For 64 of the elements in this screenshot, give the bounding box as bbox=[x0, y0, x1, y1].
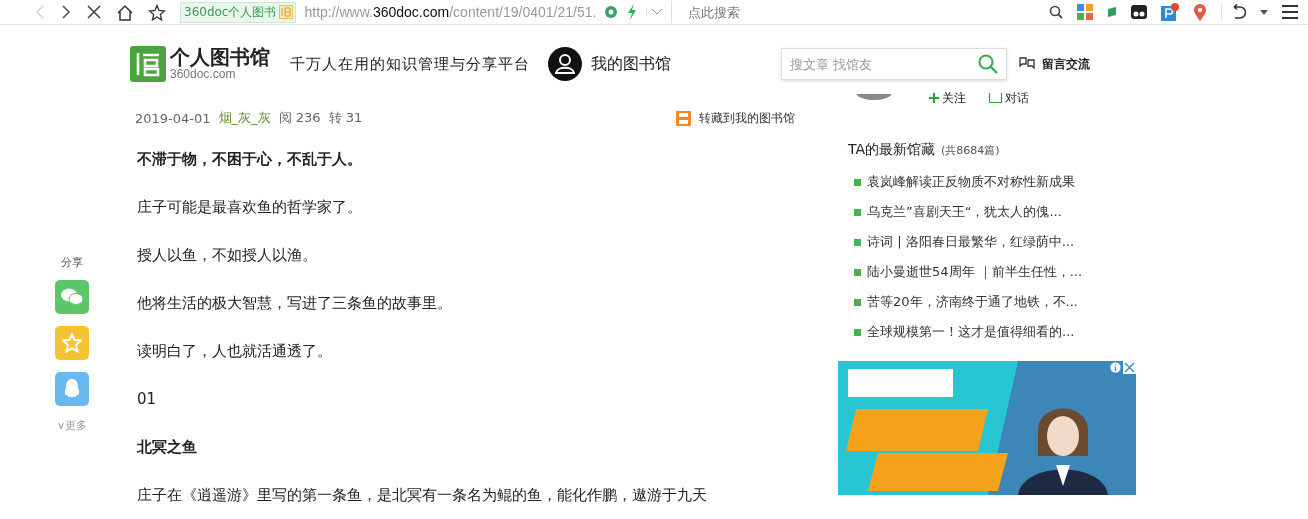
bullet-icon bbox=[854, 298, 861, 306]
menu-icon[interactable] bbox=[1282, 5, 1298, 19]
undo-icon[interactable] bbox=[1221, 4, 1246, 20]
user-icon[interactable] bbox=[548, 47, 582, 81]
paragraph: 01 bbox=[136, 389, 158, 410]
paragraph: 庄子在《逍遥游》里写的第一条鱼，是北冥有一条名为鲲的鱼，能化作鹏，遨游于九天 bbox=[136, 484, 708, 506]
close-icon[interactable] bbox=[86, 4, 102, 20]
save-icon[interactable] bbox=[676, 110, 691, 126]
bullet-icon bbox=[854, 208, 861, 216]
apps-icon[interactable] bbox=[1077, 4, 1093, 20]
section-title: TA的最新馆藏 bbox=[848, 141, 936, 159]
dropdown-icon[interactable] bbox=[646, 8, 664, 16]
flag-icon[interactable] bbox=[1107, 7, 1117, 17]
read-count: 阅 236 bbox=[278, 109, 321, 127]
mask-icon[interactable] bbox=[1131, 4, 1147, 20]
my-library-link[interactable]: 我的图书馆 bbox=[591, 53, 671, 75]
article-link[interactable]: 袁岚峰解读正反物质不对称性新成果 bbox=[867, 173, 1075, 191]
article-count: (共8684篇) bbox=[941, 143, 1000, 158]
penguin-icon bbox=[64, 378, 80, 400]
paragraph: 他将生活的极大智慧，写进了三条鱼的故事里。 bbox=[136, 292, 453, 314]
paragraph: 不滞于物，不困于心，不乱于人。 bbox=[136, 148, 363, 170]
bullet-icon bbox=[854, 238, 861, 246]
article-link[interactable]: 乌克兰”喜剧天王“，犹太人的傀... bbox=[867, 203, 1062, 221]
wechat-share-button[interactable] bbox=[55, 280, 89, 314]
site-domain: 360doc.com bbox=[170, 68, 237, 81]
info-icon[interactable] bbox=[1109, 361, 1122, 374]
article-link[interactable]: 苦等20年，济南终于通了地铁，不... bbox=[867, 293, 1078, 311]
bullet-icon bbox=[854, 268, 861, 276]
home-icon[interactable] bbox=[116, 3, 134, 21]
plus-icon bbox=[929, 93, 939, 103]
site-slogan: 千万人在用的知识管理与分享平台 bbox=[290, 54, 530, 74]
chat-bubbles-icon bbox=[61, 288, 83, 306]
article-link[interactable]: 全球规模第一！这才是值得细看的... bbox=[867, 323, 1075, 341]
star-icon[interactable] bbox=[148, 3, 166, 21]
address-bar[interactable]: http://www.360doc.com/content/19/0401/21/51. bbox=[304, 4, 597, 20]
logo-icon[interactable] bbox=[130, 46, 166, 82]
paragraph: 北冥之鱼 bbox=[136, 436, 198, 458]
site-title[interactable]: 个人图书馆 bbox=[170, 47, 270, 69]
repost-count: 转 31 bbox=[328, 109, 363, 127]
article-link[interactable]: 陆小曼逝世54周年 ｜前半生任性，... bbox=[867, 263, 1083, 281]
star-icon bbox=[62, 333, 82, 353]
follow-link[interactable]: 关注 bbox=[942, 89, 966, 107]
lightning-icon[interactable] bbox=[626, 4, 639, 20]
share-label: 分享 bbox=[61, 255, 83, 270]
paragraph: 读明白了，人也就活通透了。 bbox=[136, 340, 333, 362]
caret-icon[interactable] bbox=[1260, 9, 1268, 15]
save-to-library-link[interactable]: 转藏到我的图书馆 bbox=[699, 109, 795, 127]
search-icon[interactable] bbox=[1049, 5, 1063, 19]
qq-share-button[interactable] bbox=[55, 372, 89, 406]
bullet-icon bbox=[854, 178, 861, 186]
parking-icon[interactable] bbox=[1161, 3, 1179, 21]
forward-icon[interactable] bbox=[60, 4, 72, 20]
talk-link[interactable]: 对话 bbox=[1005, 89, 1029, 107]
location-pin-icon[interactable] bbox=[1193, 3, 1207, 21]
message-icon[interactable] bbox=[1019, 57, 1035, 71]
author-link[interactable]: 烟_灰_灰 bbox=[218, 109, 271, 127]
message-link[interactable]: 留言交流 bbox=[1042, 55, 1090, 73]
post-date: 2019-04-01 bbox=[135, 110, 211, 126]
paragraph: 授人以鱼，不如授人以渔。 bbox=[136, 244, 318, 266]
article-link[interactable]: 诗词 | 洛阳春日最繁华，红绿荫中... bbox=[867, 233, 1075, 251]
library-icon bbox=[279, 5, 294, 19]
paragraph: 庄子可能是最喜欢鱼的哲学家了。 bbox=[136, 196, 363, 218]
search-field[interactable]: 搜文章 找馆友 bbox=[781, 48, 1007, 80]
bullet-icon bbox=[854, 328, 861, 336]
